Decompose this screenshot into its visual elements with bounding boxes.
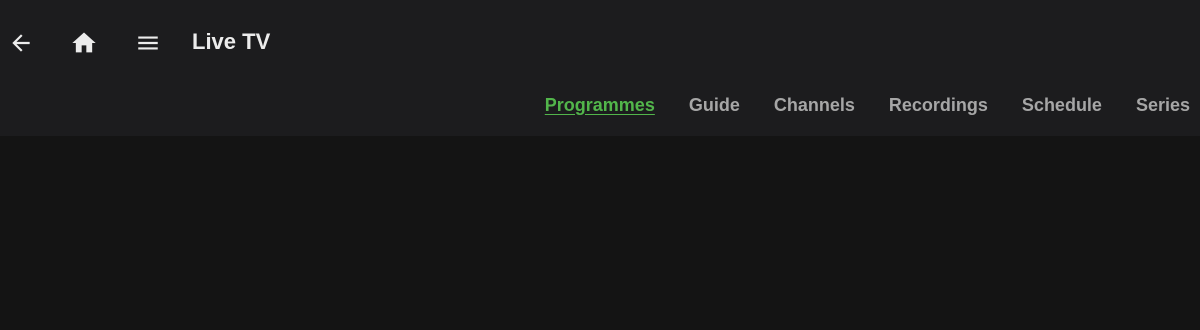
arrow-back-icon [12,34,30,52]
tab-bar: Programmes Guide Channels Recordings Sch… [545,92,1190,118]
home-icon [72,32,96,53]
tab-channels[interactable]: Channels [774,95,855,116]
hamburger-menu-icon [138,36,158,50]
home-button[interactable] [63,22,105,64]
tab-schedule[interactable]: Schedule [1022,95,1102,116]
page-title: Live TV [192,29,271,54]
back-button[interactable] [0,22,42,64]
tab-programmes[interactable]: Programmes [545,95,655,116]
tab-guide[interactable]: Guide [689,95,740,116]
tab-series[interactable]: Series [1136,95,1190,116]
main-content [0,136,1200,330]
tab-recordings[interactable]: Recordings [889,95,988,116]
app-header: Live TV Programmes Guide Channels Record… [0,0,1200,136]
menu-button[interactable] [127,22,169,64]
top-bar: Live TV [0,0,1200,84]
